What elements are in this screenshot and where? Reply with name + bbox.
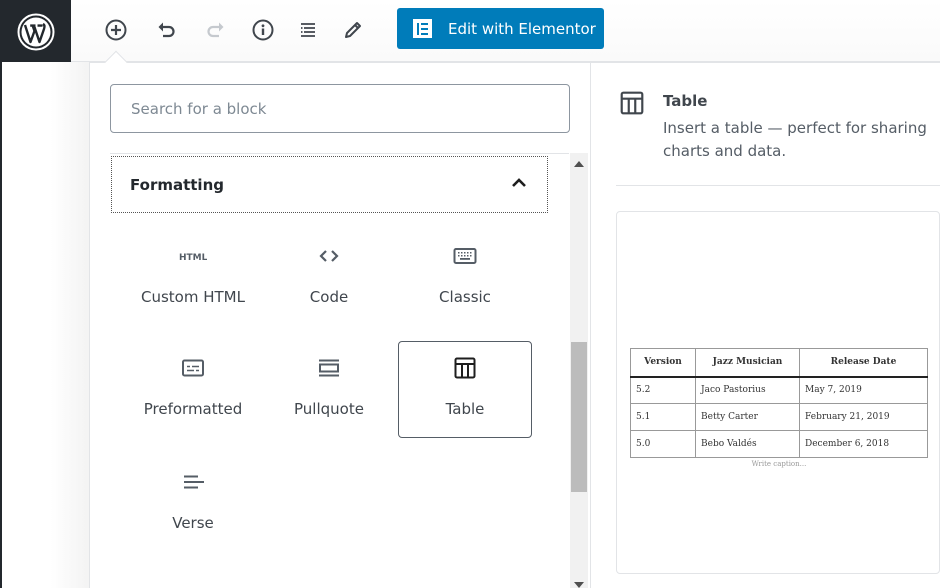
info-icon <box>252 19 274 41</box>
table-icon <box>453 356 477 380</box>
scroll-thumb[interactable] <box>571 342 587 492</box>
preformatted-icon <box>181 356 205 380</box>
table-cell: Betty Carter <box>695 403 800 431</box>
block-preformatted[interactable]: Preformatted <box>126 342 260 439</box>
pullquote-icon <box>317 356 341 380</box>
editor-canvas <box>2 62 90 588</box>
table-row: 5.0 Bebo Valdés December 6, 2018 <box>630 430 928 458</box>
code-icon <box>317 244 341 268</box>
block-label: Pullquote <box>294 400 364 418</box>
html-icon: HTML <box>179 244 207 268</box>
panel-title: Formatting <box>130 175 224 194</box>
keyboard-icon <box>453 244 477 268</box>
block-table[interactable]: Table <box>398 341 532 438</box>
table-cell: 5.0 <box>630 430 696 458</box>
pencil-icon <box>345 22 361 38</box>
block-search-input[interactable] <box>110 84 570 133</box>
table-row: 5.2 Jaco Pastorius May 7, 2019 <box>630 376 928 404</box>
block-label: Preformatted <box>143 400 243 418</box>
preview-divider <box>590 62 591 588</box>
block-preview-card: Version Jazz Musician Release Date 5.2 J… <box>616 211 940 574</box>
block-list-scrollbar[interactable] <box>570 153 588 588</box>
block-navigation-button[interactable] <box>292 14 324 46</box>
block-label: Code <box>309 288 349 306</box>
table-header-row: Version Jazz Musician Release Date <box>630 348 928 378</box>
scroll-up-arrow-icon[interactable] <box>574 161 584 167</box>
block-pullquote[interactable]: Pullquote <box>262 342 396 439</box>
block-verse[interactable]: Verse <box>126 456 260 553</box>
block-label: Classic <box>439 288 491 306</box>
table-caption-placeholder: Write caption... <box>751 460 807 468</box>
list-icon <box>301 23 315 37</box>
table-cell: 5.2 <box>630 376 696 404</box>
table-cell: 5.1 <box>630 403 696 431</box>
preview-description: Insert a table — perfect for sharing cha… <box>663 119 927 160</box>
elementor-button-label: Edit with Elementor <box>448 19 596 38</box>
block-classic[interactable]: Classic <box>398 230 532 327</box>
table-cell: May 7, 2019 <box>799 376 928 404</box>
svg-text:HTML: HTML <box>179 253 207 262</box>
chevron-up-icon <box>509 173 529 197</box>
undo-icon <box>158 22 175 38</box>
block-label: Table <box>445 400 485 418</box>
undo-button[interactable] <box>150 14 182 46</box>
scroll-down-arrow-icon[interactable] <box>574 582 584 588</box>
table-icon <box>620 91 644 115</box>
block-list: Formatting HTML Custom HTML Code Classic… <box>110 153 569 588</box>
content-info-button[interactable] <box>247 14 279 46</box>
edit-with-elementor-button[interactable]: Edit with Elementor <box>397 8 604 49</box>
table-header-cell: Jazz Musician <box>695 348 800 378</box>
table-header-cell: Release Date <box>799 348 928 378</box>
table-header-cell: Version <box>630 348 696 378</box>
table-cell: Jaco Pastorius <box>695 376 800 404</box>
wordpress-icon <box>17 13 54 51</box>
block-label: Custom HTML <box>141 288 245 306</box>
verse-icon <box>181 470 205 494</box>
redo-icon <box>207 22 224 38</box>
example-table: Version Jazz Musician Release Date 5.2 J… <box>630 348 928 458</box>
table-cell: Bebo Valdés <box>695 430 800 458</box>
block-code[interactable]: Code <box>262 230 396 327</box>
preview-title: Table <box>663 92 708 110</box>
add-block-button[interactable] <box>100 14 132 46</box>
redo-button[interactable] <box>200 14 232 46</box>
table-row: 5.1 Betty Carter February 21, 2019 <box>630 403 928 431</box>
wordpress-logo[interactable] <box>0 0 71 64</box>
preview-separator <box>616 185 940 186</box>
tools-button[interactable] <box>337 14 369 46</box>
editor-header: Edit with Elementor <box>0 0 940 64</box>
block-label: Verse <box>172 514 214 532</box>
elementor-icon <box>413 19 432 38</box>
plus-circle-icon <box>105 19 127 41</box>
table-cell: December 6, 2018 <box>799 430 928 458</box>
table-cell: February 21, 2019 <box>799 403 928 431</box>
block-custom-html[interactable]: HTML Custom HTML <box>126 230 260 327</box>
formatting-panel-toggle[interactable]: Formatting <box>111 156 548 213</box>
